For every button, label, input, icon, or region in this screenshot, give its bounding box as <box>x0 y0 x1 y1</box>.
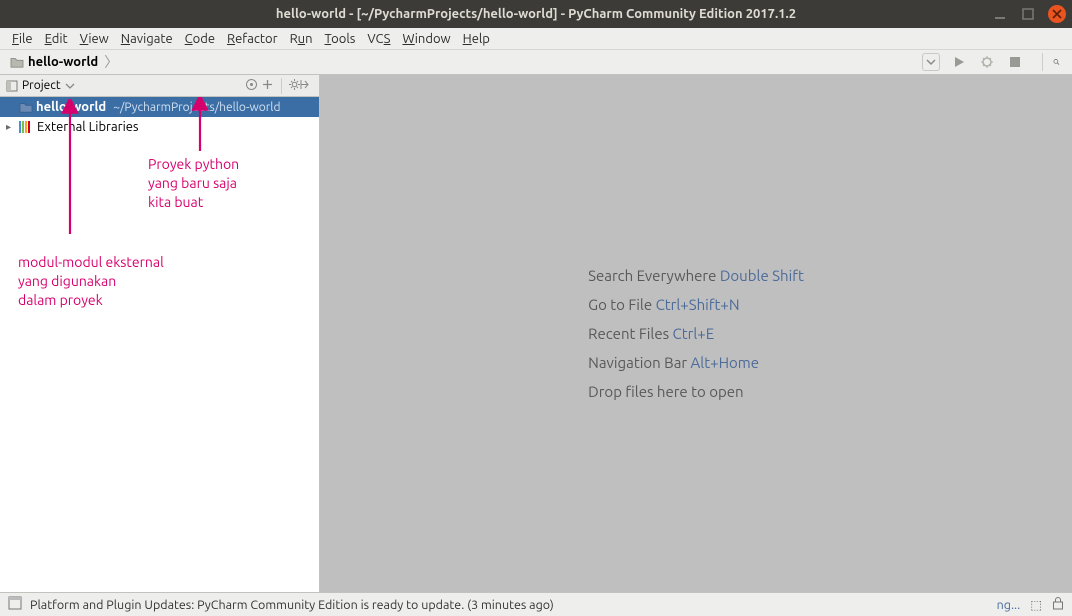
folder-icon <box>19 101 33 113</box>
breadcrumb-label: hello-world <box>28 55 98 69</box>
settings-icon[interactable] <box>281 78 297 94</box>
window-titlebar: hello-world - [~/PycharmProjects/hello-w… <box>0 0 1072 28</box>
tip-navigation-bar: Navigation Bar Alt+Home <box>588 354 804 371</box>
project-tree: ▸ hello-world ~/PycharmProjects/hello-wo… <box>0 97 319 592</box>
status-bar: Platform and Plugin Updates: PyCharm Com… <box>0 592 1072 616</box>
menu-vcs[interactable]: VCS <box>361 30 396 48</box>
chevron-down-icon <box>65 81 75 91</box>
menu-bar: File Edit View Navigate Code Refactor Ru… <box>0 28 1072 50</box>
chevron-right-icon: 〉 <box>104 52 118 72</box>
maximize-icon[interactable] <box>1020 6 1036 22</box>
navigation-bar: hello-world 〉 <box>0 50 1072 75</box>
window-title: hello-world - [~/PycharmProjects/hello-w… <box>0 7 1072 21</box>
status-right-text[interactable]: ng... <box>997 598 1021 612</box>
breadcrumb-root[interactable]: hello-world 〉 <box>4 50 124 74</box>
menu-window[interactable]: Window <box>396 30 456 48</box>
run-config-dropdown[interactable] <box>922 53 940 71</box>
libraries-icon <box>19 121 30 133</box>
project-tab-label: Project <box>22 79 61 92</box>
tip-drop-files: Drop files here to open <box>588 383 804 400</box>
tree-root-row[interactable]: ▸ hello-world ~/PycharmProjects/hello-wo… <box>0 97 319 117</box>
editor-tips: Search Everywhere Double Shift Go to Fil… <box>588 255 804 412</box>
annotation-modules: modul-modul eksternal yang digunakan dal… <box>18 253 164 310</box>
menu-edit[interactable]: Edit <box>39 30 74 48</box>
tip-recent-files: Recent Files Ctrl+E <box>588 325 804 342</box>
status-toolwindow-icon[interactable] <box>8 596 22 613</box>
menu-run[interactable]: Run <box>284 30 319 48</box>
debug-icon[interactable] <box>978 53 996 71</box>
tree-external-libs-row[interactable]: ▸ External Libraries <box>0 117 319 137</box>
menu-view[interactable]: View <box>74 30 115 48</box>
menu-refactor[interactable]: Refactor <box>221 30 284 48</box>
expand-triangle-icon[interactable]: ▸ <box>6 121 16 133</box>
menu-code[interactable]: Code <box>179 30 221 48</box>
minimize-icon[interactable] <box>992 6 1008 22</box>
search-icon[interactable] <box>1042 53 1060 71</box>
scroll-from-source-icon[interactable] <box>243 78 259 94</box>
project-panel-header: Project <box>0 75 319 97</box>
project-tab[interactable]: Project <box>6 79 75 92</box>
hide-icon[interactable] <box>297 78 313 94</box>
collapse-all-icon[interactable] <box>259 78 275 94</box>
run-icon[interactable] <box>950 53 968 71</box>
status-message: Platform and Plugin Updates: PyCharm Com… <box>30 598 554 612</box>
stop-icon[interactable] <box>1006 53 1024 71</box>
tip-search-everywhere: Search Everywhere Double Shift <box>588 267 804 284</box>
menu-help[interactable]: Help <box>457 30 496 48</box>
annotation-project: Proyek python yang baru saja kita buat <box>148 155 239 212</box>
editor-placeholder[interactable]: Search Everywhere Double Shift Go to Fil… <box>320 75 1072 592</box>
menu-file[interactable]: File <box>6 30 39 48</box>
close-icon[interactable] <box>1048 5 1066 23</box>
tip-goto-file: Go to File Ctrl+Shift+N <box>588 296 804 313</box>
goto-line-icon[interactable]: ⬚ <box>1030 597 1042 612</box>
lock-icon[interactable] <box>1052 596 1064 613</box>
annotation-arrow-icon <box>60 99 80 239</box>
menu-tools[interactable]: Tools <box>319 30 362 48</box>
project-tool-window: Project ▸ hello-world ~/PycharmProj <box>0 75 320 592</box>
folder-icon <box>10 56 24 68</box>
annotation-arrow-icon <box>190 97 210 155</box>
project-tab-icon <box>6 80 18 92</box>
menu-navigate[interactable]: Navigate <box>115 30 179 48</box>
tree-external-label: External Libraries <box>37 120 139 134</box>
